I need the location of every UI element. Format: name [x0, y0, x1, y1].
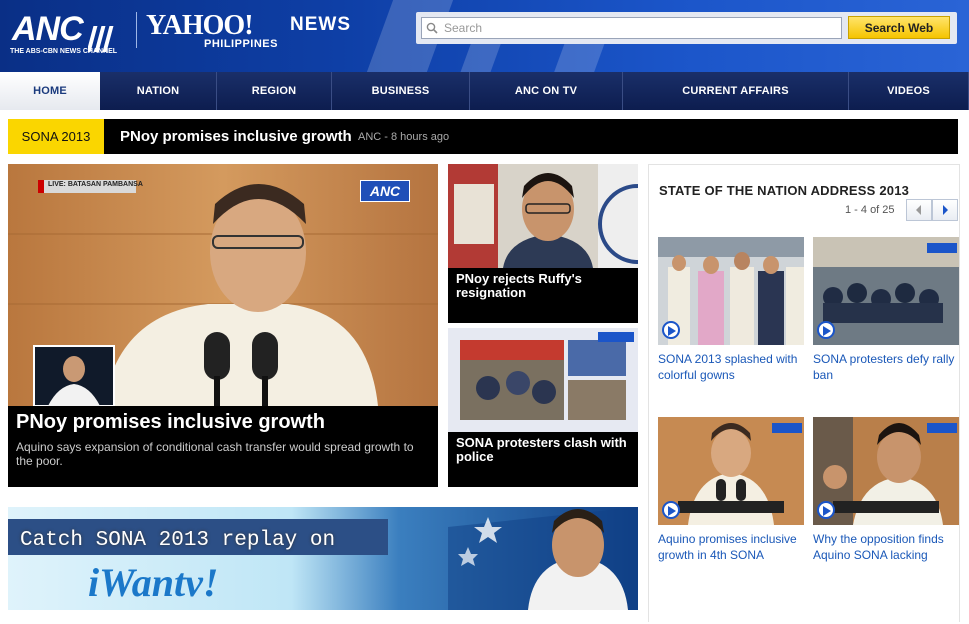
nav-item-nation[interactable]: NATION — [100, 72, 217, 110]
side-story-card[interactable]: PNoy rejects Ruffy's resignation — [448, 164, 638, 323]
nav-item-business[interactable]: BUSINESS — [332, 72, 470, 110]
nav-item-home[interactable]: HOME — [0, 72, 100, 110]
video-caption[interactable]: SONA 2013 splashed with colorful gowns — [658, 351, 804, 383]
main-story-image[interactable]: LIVE: BATASAN PAMBANSA ANC — [8, 164, 438, 406]
search-bar: Search Web — [416, 12, 957, 44]
live-label: LIVE: BATASAN PAMBANSA — [48, 181, 143, 188]
main-nav: HOME NATION REGION BUSINESS ANC ON TV CU… — [0, 72, 969, 110]
nav-item-anc-on-tv[interactable]: ANC ON TV — [470, 72, 623, 110]
ticker-source-time: ANC - 8 hours ago — [358, 131, 450, 143]
header-decoration — [554, 40, 606, 72]
side-story-image[interactable] — [448, 164, 638, 268]
video-thumbnail[interactable] — [813, 237, 959, 345]
play-icon[interactable] — [817, 501, 835, 519]
video-card[interactable]: Aquino promises inclusive growth in 4th … — [658, 417, 804, 563]
nav-item-region[interactable]: REGION — [217, 72, 332, 110]
iwantv-promo-banner[interactable]: Catch SONA 2013 replay on iWantv! — [8, 507, 638, 610]
side-story-title[interactable]: SONA protesters clash with police — [456, 436, 634, 464]
iwantv-logo: iWantv! — [88, 560, 219, 605]
video-caption[interactable]: SONA protesters defy rally ban — [813, 351, 959, 383]
video-caption[interactable]: Aquino promises inclusive growth in 4th … — [658, 531, 804, 563]
chevron-right-icon — [943, 205, 948, 215]
side-story-image[interactable] — [448, 328, 638, 432]
nav-item-videos[interactable]: VIDEOS — [849, 72, 969, 110]
module-title: STATE OF THE NATION ADDRESS 2013 — [659, 183, 910, 198]
play-icon[interactable] — [817, 321, 835, 339]
video-thumbnail[interactable] — [658, 417, 804, 525]
video-card[interactable]: SONA protesters defy rally ban — [813, 237, 959, 383]
main-story-title[interactable]: PNoy promises inclusive growth — [16, 410, 430, 434]
country-label: PHILIPPINES — [204, 38, 278, 50]
video-thumbnail[interactable] — [813, 417, 959, 525]
promo-stars-and-figure — [448, 507, 638, 610]
next-page-button[interactable] — [932, 199, 958, 221]
side-story-title[interactable]: PNoy rejects Ruffy's resignation — [456, 272, 634, 300]
ticker-headline[interactable]: PNoy promises inclusive growth — [120, 128, 352, 145]
search-icon — [426, 22, 438, 34]
anc-logo-subtext: THE ABS-CBN NEWS CHANNEL — [10, 48, 118, 55]
pagination-count: 1 - 4 of 25 — [845, 204, 895, 216]
breaking-news-ticker: SONA 2013 PNoy promises inclusive growth… — [8, 119, 958, 154]
news-logo-text: NEWS — [290, 14, 351, 35]
play-icon[interactable] — [662, 321, 680, 339]
promo-title: Catch SONA 2013 replay on — [20, 529, 336, 552]
video-card[interactable]: Why the opposition finds Aquino SONA lac… — [813, 417, 959, 563]
search-web-button[interactable]: Search Web — [848, 16, 950, 39]
chevron-left-icon — [916, 205, 921, 215]
anc-logo-text: ANC — [12, 10, 84, 48]
header-divider — [136, 12, 137, 48]
video-caption[interactable]: Why the opposition finds Aquino SONA lac… — [813, 531, 959, 563]
channel-logo-badge: ANC — [360, 180, 410, 202]
main-story-summary: Aquino says expansion of conditional cas… — [16, 440, 414, 468]
ticker-badge[interactable]: SONA 2013 — [8, 119, 104, 154]
sona-video-module: STATE OF THE NATION ADDRESS 2013 1 - 4 o… — [648, 164, 960, 622]
main-story-caption: PNoy promises inclusive growth Aquino sa… — [8, 406, 438, 487]
site-header: ANC THE ABS-CBN NEWS CHANNEL YAHOO! NEWS… — [0, 0, 969, 72]
video-card[interactable]: SONA 2013 splashed with colorful gowns — [658, 237, 804, 383]
main-story[interactable]: LIVE: BATASAN PAMBANSA ANC PNoy promises… — [8, 164, 438, 487]
search-input[interactable] — [421, 17, 842, 39]
side-story-card[interactable]: SONA protesters clash with police — [448, 328, 638, 487]
nav-item-current-affairs[interactable]: CURRENT AFFAIRS — [623, 72, 849, 110]
play-icon[interactable] — [662, 501, 680, 519]
previous-page-button[interactable] — [906, 199, 932, 221]
video-thumbnail[interactable] — [658, 237, 804, 345]
